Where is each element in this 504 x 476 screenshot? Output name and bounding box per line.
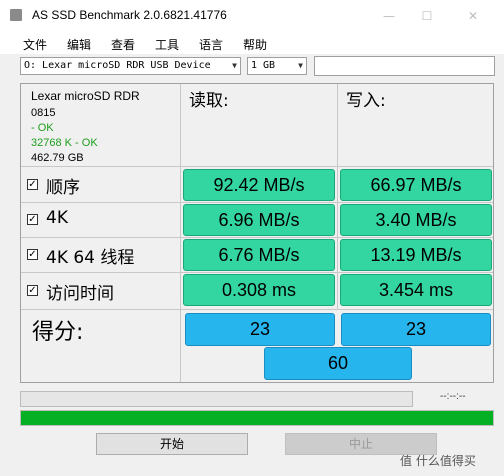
4k64-write-result: 13.19 MB/s [340,239,492,271]
size-select[interactable]: 1 GB ▼ [247,57,307,75]
test-progress-box [20,391,413,407]
chevron-down-icon: ▼ [298,61,303,70]
row-label-seq: 顺序 [46,178,80,198]
elapsed-time: --:--:-- [440,391,466,402]
menu-view[interactable]: 查看 [111,36,135,53]
menu-tools[interactable]: 工具 [155,36,179,53]
menu-file[interactable]: 文件 [23,36,47,53]
filter-input[interactable] [314,56,495,76]
device-select-value: O: Lexar microSD RDR USB Device [24,60,211,71]
app-icon [10,9,22,21]
menu-edit[interactable]: 编辑 [67,36,91,53]
4k64-checkbox[interactable]: ✓ [27,249,38,260]
grid-divider [337,84,338,310]
total-score: 60 [264,347,412,380]
write-score: 23 [341,313,491,346]
access-time-checkbox[interactable]: ✓ [27,285,38,296]
4k-checkbox[interactable]: ✓ [27,214,38,225]
window-title: AS SSD Benchmark 2.0.6821.41776 [32,8,227,22]
drive-capacity: 462.79 GB [31,152,84,164]
4k64-read-result: 6.76 MB/s [183,239,335,271]
progress-bar-fill [21,411,493,425]
grid-divider [21,202,493,203]
4k-write-result: 3.40 MB/s [340,204,492,236]
seq-read-result: 92.42 MB/s [183,169,335,201]
read-score: 23 [185,313,335,346]
seq-write-result: 66.97 MB/s [340,169,492,201]
device-select[interactable]: O: Lexar microSD RDR USB Device ▼ [20,57,241,75]
access-read-result: 0.308 ms [183,274,335,306]
drive-name: Lexar microSD RDR [31,89,140,103]
size-select-value: 1 GB [251,60,276,71]
grid-divider [21,237,493,238]
read-header: 读取: [189,91,229,111]
write-header: 写入: [346,91,386,111]
menu-language[interactable]: 语言 [199,36,223,53]
grid-divider [21,272,493,273]
progress-bar [20,410,494,426]
grid-divider [21,309,493,310]
menu-help[interactable]: 帮助 [243,36,267,53]
row-label-4k: 4K [46,208,68,228]
row-label-4k64: 4K 64 线程 [46,248,135,268]
grid-divider [180,84,181,382]
start-button[interactable]: 开始 [96,433,248,455]
row-label-access-time: 访问时间 [46,284,114,304]
access-write-result: 3.454 ms [340,274,492,306]
alignment-status: 32768 K - OK [31,137,98,149]
maximize-button[interactable]: ☐ [404,0,450,32]
driver-status: - OK [31,122,54,134]
chevron-down-icon: ▼ [232,61,237,70]
score-label: 得分: [32,320,84,345]
seq-checkbox[interactable]: ✓ [27,179,38,190]
grid-divider [21,166,493,167]
watermark: 值 什么值得买 [400,454,476,468]
close-button[interactable]: ✕ [450,0,496,32]
drive-firmware: 0815 [31,107,56,119]
4k-read-result: 6.96 MB/s [183,204,335,236]
